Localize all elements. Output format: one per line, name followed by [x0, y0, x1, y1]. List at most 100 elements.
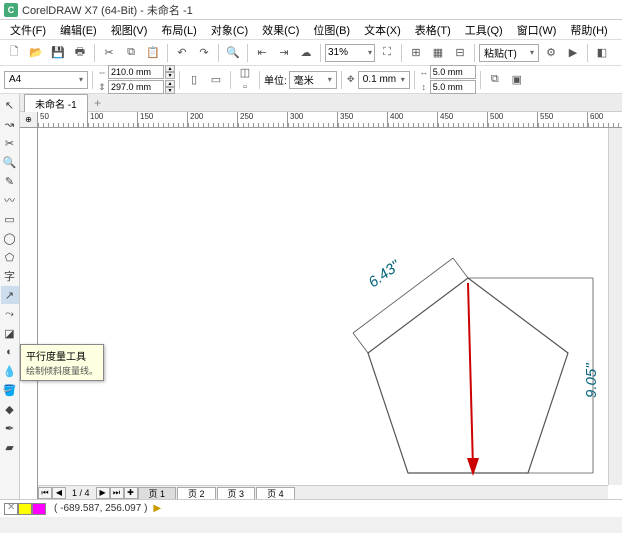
show-guides-icon[interactable]: ⊟ [450, 43, 470, 63]
menu-window[interactable]: 窗口(W) [511, 20, 563, 40]
dimension-label-2: 9.05" [583, 363, 600, 398]
zoom-combo[interactable]: 31%▾ [325, 44, 375, 62]
nudge-icon: ✥ [346, 74, 356, 85]
first-page-icon[interactable]: ⏮ [38, 487, 52, 499]
drawing-stage[interactable]: 6.43" 9.05" [38, 128, 608, 485]
page-size-combo[interactable]: A4▾ [4, 71, 88, 89]
vertical-scrollbar[interactable] [608, 128, 622, 485]
transparency-tool-icon[interactable]: ◐ [1, 343, 19, 361]
menu-layout[interactable]: 布局(L) [155, 20, 202, 40]
open-icon[interactable]: 📂 [26, 43, 46, 63]
undo-icon[interactable]: ↶ [172, 43, 192, 63]
menu-help[interactable]: 帮助(H) [564, 20, 613, 40]
page-width-field[interactable]: 210.0 mm [108, 65, 164, 79]
nudge-x-field[interactable]: 5.0 mm [430, 65, 476, 79]
copy-icon[interactable]: ⧉ [121, 43, 141, 63]
unit-combo[interactable]: 毫米▾ [289, 71, 337, 89]
menu-edit[interactable]: 编辑(E) [54, 20, 103, 40]
app-store-icon[interactable]: ◧ [592, 43, 612, 63]
outline-pen-icon[interactable]: ✒ [1, 419, 19, 437]
add-page-icon[interactable]: ✚ [124, 487, 138, 499]
launch-icon[interactable]: ▶ [563, 43, 583, 63]
duplicate-distance-icon[interactable]: ⧉ [485, 70, 505, 90]
portrait-icon[interactable]: ▯ [184, 70, 204, 90]
vertical-ruler[interactable] [20, 128, 38, 499]
crop-tool-icon[interactable]: ✂ [1, 134, 19, 152]
shape-tool-icon[interactable]: ↝ [1, 115, 19, 133]
playback-icon[interactable]: ▶ [153, 503, 161, 514]
show-grid-icon[interactable]: ▦ [428, 43, 448, 63]
color-swatch-yellow[interactable] [18, 503, 32, 515]
menu-tools[interactable]: 工具(Q) [459, 20, 509, 40]
treat-as-filled-icon[interactable]: ▣ [507, 70, 527, 90]
drop-shadow-icon[interactable]: ◪ [1, 324, 19, 342]
spinner[interactable]: ▴▾ [165, 65, 175, 79]
last-page-icon[interactable]: ⏭ [110, 487, 124, 499]
landscape-icon[interactable]: ▭ [206, 70, 226, 90]
current-page-icon[interactable]: ▫ [235, 80, 255, 93]
no-color-swatch[interactable] [4, 503, 18, 515]
next-page-icon[interactable]: ▶ [96, 487, 110, 499]
ruler-origin-icon[interactable]: ⊕ [20, 112, 38, 128]
horizontal-ruler[interactable]: 50100150200250300350400450500550600 [38, 112, 622, 128]
spinner[interactable]: ▴▾ [165, 80, 175, 94]
document-tab[interactable]: 未命名 -1 [24, 94, 88, 112]
import-icon[interactable]: ⇤ [252, 43, 272, 63]
interactive-fill-icon[interactable]: 🪣 [1, 381, 19, 399]
page-height-field[interactable]: 297.0 mm [108, 80, 164, 94]
menu-bitmap[interactable]: 位图(B) [307, 20, 356, 40]
tooltip-desc: 绘制倾斜度量线。 [26, 364, 98, 377]
artistic-media-icon[interactable]: 〰 [1, 191, 19, 209]
redo-icon[interactable]: ↷ [194, 43, 214, 63]
export-icon[interactable]: ⇥ [274, 43, 294, 63]
color-swatch-magenta[interactable] [32, 503, 46, 515]
fill-tool-icon[interactable]: ▰ [1, 438, 19, 456]
color-eyedropper-icon[interactable]: 💧 [1, 362, 19, 380]
page-tab[interactable]: 页 4 [256, 487, 295, 499]
add-tab-icon[interactable]: + [90, 96, 106, 110]
polygon-tool-icon[interactable]: ⬠ [1, 248, 19, 266]
text-tool-icon[interactable]: 字 [1, 267, 19, 285]
menu-file[interactable]: 文件(F) [4, 20, 52, 40]
page-tab[interactable]: 页 1 [138, 487, 177, 499]
nudge-distance: ↔5.0 mm ↕5.0 mm [419, 65, 476, 94]
new-icon[interactable]: 🗋 [4, 43, 24, 63]
page-dimensions: ⇔210.0 mm▴▾ ⇕297.0 mm▴▾ [97, 65, 175, 94]
menu-text[interactable]: 文本(X) [358, 20, 407, 40]
parallel-dimension-tool-icon[interactable]: ↗ [1, 286, 19, 304]
menu-effects[interactable]: 效果(C) [256, 20, 305, 40]
paste-dropdown[interactable]: 粘贴(T)▾ [479, 44, 539, 62]
separator [587, 44, 588, 62]
workspace: ↖ ↝ ✂ 🔍 ✎ 〰 ▭ ◯ ⬠ 字 ↗ ⤳ ◪ ◐ 💧 🪣 ◆ ✒ ▰ 平行… [0, 94, 622, 499]
rectangle-tool-icon[interactable]: ▭ [1, 210, 19, 228]
drawing-arrow[interactable] [468, 283, 473, 468]
all-pages-icon[interactable]: ◫ [235, 66, 255, 79]
color-palette [4, 503, 46, 515]
page-counter: 1 / 4 [66, 488, 96, 498]
options-icon[interactable]: ⚙ [541, 43, 561, 63]
outline-width-combo[interactable]: 0.1 mm▾ [358, 71, 410, 89]
connector-tool-icon[interactable]: ⤳ [1, 305, 19, 323]
save-icon[interactable]: 💾 [48, 43, 68, 63]
menu-object[interactable]: 对象(C) [205, 20, 254, 40]
freehand-tool-icon[interactable]: ✎ [1, 172, 19, 190]
zoom-tool-icon[interactable]: 🔍 [1, 153, 19, 171]
show-rulers-icon[interactable]: ⊞ [406, 43, 426, 63]
page-tab[interactable]: 页 3 [217, 487, 256, 499]
dimension-line-1[interactable] [353, 258, 453, 333]
nudge-y-field[interactable]: 5.0 mm [430, 80, 476, 94]
smart-fill-icon[interactable]: ◆ [1, 400, 19, 418]
menu-view[interactable]: 视图(V) [105, 20, 154, 40]
separator [474, 44, 475, 62]
pick-tool-icon[interactable]: ↖ [1, 96, 19, 114]
cut-icon[interactable]: ✂ [99, 43, 119, 63]
publish-icon[interactable]: ☁ [296, 43, 316, 63]
print-icon[interactable]: 🖶 [70, 43, 90, 63]
menu-table[interactable]: 表格(T) [409, 20, 457, 40]
prev-page-icon[interactable]: ◀ [52, 487, 66, 499]
paste-icon[interactable]: 📋 [143, 43, 163, 63]
search-icon[interactable]: 🔍 [223, 43, 243, 63]
fullscreen-icon[interactable]: ⛶ [377, 43, 397, 63]
ellipse-tool-icon[interactable]: ◯ [1, 229, 19, 247]
page-tab[interactable]: 页 2 [177, 487, 216, 499]
